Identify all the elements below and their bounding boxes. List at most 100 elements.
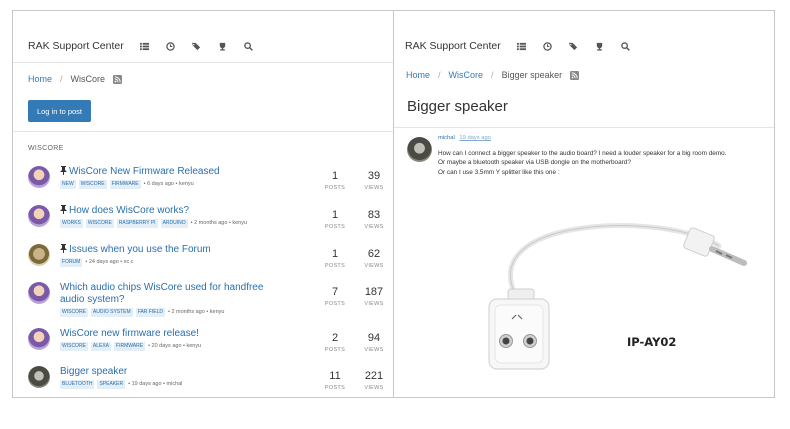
post-timestamp[interactable]: 19 days ago: [459, 135, 491, 141]
breadcrumb-separator: /: [60, 74, 63, 84]
brand-link[interactable]: RAK Support Center: [405, 40, 501, 52]
posts-label: POSTS: [324, 385, 346, 391]
views-count: 62: [367, 248, 381, 260]
breadcrumb-home[interactable]: Home: [28, 74, 52, 84]
pin-icon: [60, 244, 67, 253]
avatar[interactable]: [28, 166, 50, 188]
topic-title-text[interactable]: WisCore New Firmware Released: [69, 166, 220, 177]
topic-row[interactable]: Bigger speaker BLUETOOTH SPEAKER • 19 days…: [28, 366, 388, 397]
topic-time[interactable]: 6 days ago: [147, 181, 174, 187]
list-icon[interactable]: [516, 42, 526, 51]
tag[interactable]: WISCORE: [85, 219, 114, 228]
splitter-image: [454, 191, 754, 391]
posts-stat: 2 POSTS: [320, 332, 350, 353]
tag[interactable]: BLUETOOTH: [60, 380, 95, 389]
topic-title-text[interactable]: How does WisCore works?: [69, 205, 189, 216]
topic-author[interactable]: kenyu: [210, 309, 225, 315]
breadcrumb-current: Bigger speaker: [501, 70, 563, 80]
posts-count: 1: [331, 209, 339, 221]
tag[interactable]: FORUM: [60, 258, 83, 267]
views-stat: 39 VIEWS: [359, 170, 389, 191]
tags-icon[interactable]: [568, 42, 578, 51]
clock-icon[interactable]: [165, 41, 175, 51]
tag[interactable]: WISCORE: [60, 342, 88, 351]
views-label: VIEWS: [364, 385, 384, 391]
search-icon[interactable]: [243, 41, 253, 51]
posts-count: 1: [331, 248, 339, 260]
topic-author[interactable]: michal: [167, 381, 183, 387]
tag[interactable]: RASPBERRY PI: [116, 219, 158, 228]
trophy-icon[interactable]: [218, 42, 227, 51]
views-label: VIEWS: [364, 224, 384, 230]
topic-panel: RAK Support Center Home / WisCore / Bigg…: [394, 11, 774, 397]
post-line: How can I connect a bigger speaker to th…: [438, 150, 727, 157]
topic-meta: WORKS WISCORE RASPBERRY PI ARDUINO • 2 month…: [60, 219, 247, 228]
rss-icon[interactable]: [570, 70, 580, 80]
topic-time[interactable]: 2 months ago: [171, 309, 204, 315]
list-icon[interactable]: [139, 42, 149, 51]
tag[interactable]: FIRMWARE: [109, 180, 141, 189]
pin-icon: [60, 166, 67, 175]
login-to-post-button[interactable]: Log in to post: [28, 100, 91, 122]
views-stat: 221 VIEWS: [359, 370, 389, 391]
avatar[interactable]: [28, 366, 50, 388]
avatar[interactable]: [28, 205, 50, 227]
tags-icon[interactable]: [191, 42, 201, 51]
post-header: michal 19 days ago: [438, 135, 491, 141]
posts-label: POSTS: [324, 224, 346, 230]
tag[interactable]: SPEAKER: [97, 380, 126, 389]
topic-author[interactable]: kenyu: [186, 343, 201, 349]
tag[interactable]: NEW: [60, 180, 76, 189]
posts-stat: 7 POSTS: [320, 286, 350, 307]
posts-label: POSTS: [324, 263, 346, 269]
breadcrumb-category[interactable]: WisCore: [449, 70, 484, 80]
tag[interactable]: WISCORE: [78, 180, 107, 189]
tag[interactable]: ALEXA: [90, 342, 112, 351]
views-count: 187: [364, 286, 384, 298]
avatar[interactable]: [28, 282, 50, 304]
topic-title[interactable]: Issues when you use the Forum: [60, 244, 282, 256]
topic-title[interactable]: WisCore new firmware release!: [60, 328, 282, 340]
rss-icon[interactable]: [113, 74, 123, 84]
topic-row[interactable]: Issues when you use the Forum FORUM • 24 …: [28, 244, 388, 280]
screenshot-frame: RAK Support Center Home / WisCore Log in…: [12, 10, 775, 398]
brand-link[interactable]: RAK Support Center: [28, 40, 124, 52]
topic-time[interactable]: 20 days ago: [152, 343, 182, 349]
topic-author[interactable]: kenyu: [232, 220, 247, 226]
topic-title-text[interactable]: Issues when you use the Forum: [69, 244, 211, 255]
search-icon[interactable]: [620, 41, 630, 51]
tag[interactable]: AUDIO SYSTEM: [90, 308, 133, 317]
avatar[interactable]: [28, 244, 50, 266]
topic-meta: BLUETOOTH SPEAKER • 19 days ago • michal: [60, 380, 182, 389]
topic-row[interactable]: WisCore new firmware release! WISCORE ALE…: [28, 328, 388, 364]
topic-row[interactable]: How does WisCore works? WORKS WISCORE RASP…: [28, 205, 388, 241]
posts-stat: 1 POSTS: [320, 170, 350, 191]
breadcrumb-current: WisCore: [70, 74, 106, 84]
avatar[interactable]: [407, 137, 432, 162]
post-author[interactable]: michal: [438, 135, 455, 141]
topic-author[interactable]: kenyu: [179, 181, 194, 187]
topic-row[interactable]: Which audio chips WisCore used for handf…: [28, 282, 388, 326]
breadcrumb-home[interactable]: Home: [406, 70, 430, 80]
tag[interactable]: WISCORE: [60, 308, 88, 317]
tag[interactable]: WORKS: [60, 219, 83, 228]
posts-count: 1: [331, 170, 339, 182]
topic-row[interactable]: WisCore New Firmware Released NEW WISCORE…: [28, 166, 388, 202]
topic-meta: WISCORE ALEXA FIRMWARE • 20 days ago • keny…: [60, 342, 201, 351]
topic-author[interactable]: xc.c: [124, 259, 134, 265]
topic-time[interactable]: 24 days ago: [89, 259, 119, 265]
topic-time[interactable]: 2 months ago: [194, 220, 227, 226]
clock-icon[interactable]: [542, 41, 552, 51]
avatar[interactable]: [28, 328, 50, 350]
section-divider: [13, 131, 393, 132]
trophy-icon[interactable]: [595, 42, 604, 51]
topic-title[interactable]: Bigger speaker: [60, 366, 282, 378]
topic-title[interactable]: How does WisCore works?: [60, 205, 282, 217]
tag[interactable]: ARDUINO: [160, 219, 188, 228]
tag[interactable]: FAR FIELD: [135, 308, 165, 317]
views-stat: 94 VIEWS: [359, 332, 389, 353]
topic-title[interactable]: WisCore New Firmware Released: [60, 166, 282, 178]
topic-time[interactable]: 19 days ago: [132, 381, 162, 387]
topic-title[interactable]: Which audio chips WisCore used for handf…: [60, 282, 282, 306]
tag[interactable]: FIRMWARE: [114, 342, 146, 351]
